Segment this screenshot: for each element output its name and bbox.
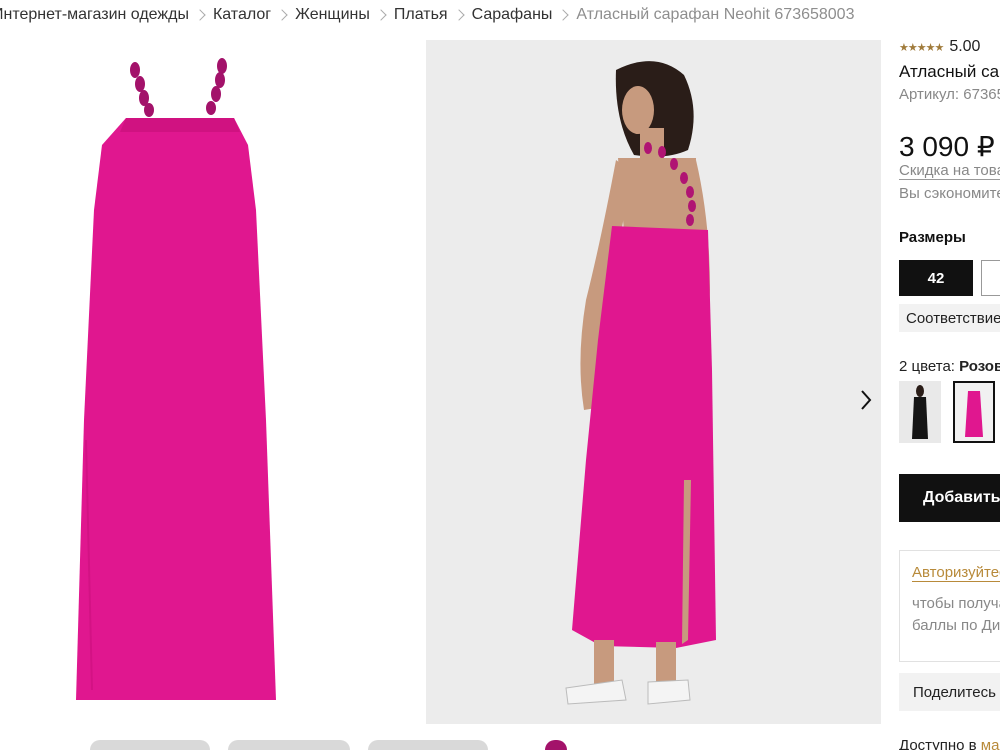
colors-label: 2 цвета: Розовый [899, 358, 1000, 375]
availability-stores-link[interactable]: магазинах [981, 737, 1000, 750]
chevron-right-icon [276, 9, 288, 21]
gallery-thumbnail[interactable] [545, 740, 567, 750]
product-sku: Артикул: 673658003 [899, 86, 1000, 103]
loyalty-auth-box: Авторизуйтесь чтобы получать баллы по Ди… [899, 550, 1000, 662]
auth-note-line2: баллы по Дисконт [912, 617, 1000, 634]
availability-text: Доступно в магазинах [899, 737, 1000, 750]
size-option-42[interactable]: 42 [899, 260, 973, 296]
login-link[interactable]: Авторизуйтесь [912, 564, 1000, 582]
color-swatch-black[interactable] [899, 381, 941, 443]
rating-stars-icon: ★★★★★ [899, 41, 944, 54]
gallery-thumbnail[interactable] [90, 740, 210, 750]
discount-link[interactable]: Скидка на товар [899, 162, 1000, 180]
chevron-right-icon [375, 9, 387, 21]
gallery-thumbnail[interactable] [368, 740, 488, 750]
gallery-thumbnail[interactable] [228, 740, 350, 750]
chevron-right-icon [452, 9, 465, 21]
chevron-right-icon [557, 9, 570, 21]
add-to-cart-button[interactable]: Добавить в корзину [899, 474, 1000, 522]
product-price: 3 090 ₽ [899, 131, 995, 162]
savings-text: Вы сэкономите [899, 185, 1000, 202]
gallery-next-button[interactable] [850, 385, 880, 415]
breadcrumb-dresses-link[interactable]: Платья [394, 6, 448, 24]
auth-note-line1: чтобы получать [912, 595, 1000, 612]
selected-color-name: Розовый [959, 358, 1000, 375]
product-info-panel: ★★★★★ 5.00 Атласный сарафан Neohit Артик… [899, 30, 1000, 750]
breadcrumb-home-link[interactable]: Интернет-магазин одежды [0, 6, 189, 24]
breadcrumb-sundresses-link[interactable]: Сарафаны [472, 6, 553, 24]
product-title: Атласный сарафан Neohit [899, 62, 1000, 81]
size-chart-button[interactable]: Соответствие размеров [899, 304, 1000, 332]
product-photo-model[interactable] [426, 40, 881, 724]
breadcrumb-catalog-link[interactable]: Каталог [213, 6, 271, 24]
product-photo-flat[interactable] [0, 40, 412, 724]
breadcrumb-current: Атласный сарафан Neohit 673658003 [576, 6, 855, 23]
rating-value: 5.00 [949, 38, 981, 55]
product-rating: ★★★★★ 5.00 [899, 38, 980, 56]
breadcrumb-women-link[interactable]: Женщины [295, 6, 370, 24]
share-button[interactable]: Поделитесь [899, 673, 1000, 711]
chevron-right-icon [194, 9, 206, 21]
sizes-label: Размеры [899, 229, 966, 246]
chevron-right-icon [861, 390, 872, 410]
breadcrumb: Интернет-магазин одежды Каталог Женщины … [0, 0, 1000, 30]
color-swatch-pink[interactable] [953, 381, 995, 443]
size-option-44[interactable]: 44 [981, 260, 1000, 296]
